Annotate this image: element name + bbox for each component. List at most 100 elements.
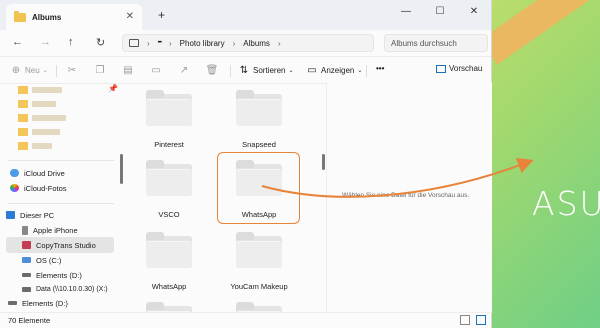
chevron-right-icon: › [232,38,236,48]
folder-item[interactable] [214,302,286,312]
quick-access-folder-icon [18,142,28,150]
chevron-right-icon: › [277,38,281,48]
folder-name: VSCO [158,210,180,219]
up-button[interactable]: ↑ [68,36,74,48]
folder-item[interactable]: WhatsApp [124,232,196,296]
pane-splitter[interactable] [322,154,325,170]
cloud-icon [10,169,19,177]
drive-icon [22,273,31,277]
details-view-button[interactable] [460,315,470,325]
sidebar-item-apple-iphone[interactable]: Apple iPhone [18,222,114,238]
folder-name: Snapseed [242,140,276,149]
sidebar-item-label: Data (\\10.10.0.30) (X:) [36,285,108,293]
breadcrumb[interactable]: › ••• › Photo library › Albums › [122,34,374,52]
divider [366,65,367,77]
item-count: 70 Elemente [8,316,51,325]
minimize-button[interactable]: — [389,0,423,22]
sidebar-item-this-pc[interactable]: Dieser PC [2,207,110,223]
drive-icon [8,301,17,305]
address-bar: ← → ↑ ↻ › ••• › Photo library › Albums ›… [0,30,491,56]
photos-icon [10,184,19,192]
preview-message: Wählen Sie eine Datei für die Vorschau a… [342,192,470,199]
chevron-right-icon: › [168,38,172,48]
sidebar-item-icloud-drive[interactable]: iCloud Drive [6,165,114,181]
cut-icon[interactable]: ✂ [66,64,81,76]
view-icon: ▭ [307,64,317,76]
folder-item[interactable] [124,302,196,312]
sidebar-item-label: CopyTrans Studio [36,240,96,250]
back-button[interactable]: ← [12,36,23,48]
rename-icon[interactable]: ▭ [150,64,165,76]
blurred-item [32,129,60,135]
pin-icon: 📌 [108,84,118,93]
sidebar-item-os-c[interactable]: OS (C:) [18,252,114,268]
sidebar-item-copytrans-studio[interactable]: CopyTrans Studio [6,237,114,253]
folder-item[interactable]: Snapseed [214,90,286,154]
folder-item[interactable]: YouCam Makeup [214,232,288,296]
pc-icon [129,39,139,47]
blurred-item [32,87,62,93]
paste-icon[interactable]: ▤ [122,64,137,76]
new-button[interactable]: ⊕ Neu ⌄ [10,64,48,76]
folder-item[interactable]: Pinterest [124,90,196,154]
folder-icon [236,302,282,312]
sidebar-item-label: Apple iPhone [33,225,78,235]
sort-button[interactable]: ⇅ Sortieren ⌄ [238,64,294,76]
window-controls: — ☐ ✕ [389,0,491,22]
share-icon[interactable]: ↗ [178,64,193,76]
pc-icon [6,211,15,219]
title-bar: Albums ✕ + — ☐ ✕ [0,0,491,30]
quick-access-folder-icon [18,114,28,122]
folder-icon [236,90,282,126]
delete-icon[interactable]: 🗑 [206,64,221,76]
close-tab-icon[interactable]: ✕ [126,11,134,22]
folder-icon [146,232,192,268]
folder-name: YouCam Makeup [230,282,288,291]
file-explorer-window: Albums ✕ + — ☐ ✕ ← → ↑ ↻ › ••• › Photo l… [0,0,492,328]
refresh-button[interactable]: ↻ [96,36,105,49]
close-button[interactable]: ✕ [457,0,491,22]
blurred-item [32,143,52,149]
sidebar-scrollbar[interactable] [120,154,123,184]
sidebar-item-elements-d-root[interactable]: Elements (D:) [4,295,112,311]
command-bar: ⊕ Neu ⌄ ✂ ❐ ▤ ▭ ↗ 🗑 ⇅ Sortieren ⌄ ▭ Anze… [0,56,491,84]
sidebar-item-label: Elements (D:) [36,270,82,280]
sort-icon: ⇅ [239,64,249,76]
sort-label: Sortieren [253,65,286,75]
more-options-button[interactable]: ••• [376,64,384,73]
drive-icon [22,257,31,263]
view-button[interactable]: ▭ Anzeigen ⌄ [306,64,362,76]
new-tab-button[interactable]: + [158,8,165,22]
blurred-item [32,101,56,107]
plus-circle-icon: ⊕ [11,64,21,76]
maximize-button[interactable]: ☐ [423,0,457,22]
highlight-box [217,152,300,224]
preview-pane-icon [436,64,446,73]
crumb-photo-library[interactable]: Photo library [180,39,225,48]
phone-icon [22,225,28,235]
divider [8,160,114,161]
status-bar: 70 Elemente [0,312,492,328]
preview-toggle-button[interactable]: Vorschau [436,64,482,73]
view-label: Anzeigen [321,65,355,75]
folder-icon [146,160,192,196]
forward-button[interactable]: → [40,36,51,48]
quick-access-folder-icon [18,86,28,94]
quick-access-folder-icon [18,128,28,136]
chevron-right-icon: › [147,38,150,48]
folder-icon [14,10,26,22]
folder-icon [236,232,282,268]
folder-item[interactable]: VSCO [124,160,196,224]
sidebar-item-label: iCloud-Fotos [24,183,67,193]
sidebar-item-icloud-photos[interactable]: iCloud-Fotos [6,180,114,196]
crumb-more[interactable]: ••• [158,40,162,46]
divider [230,65,231,77]
crumb-albums[interactable]: Albums [243,39,270,48]
asus-logo: ASUS [532,184,600,223]
copy-icon[interactable]: ❐ [94,64,109,76]
tiles-view-button[interactable] [476,315,486,325]
sidebar-item-label: OS (C:) [36,255,62,265]
sidebar-item-label: Dieser PC [20,210,55,220]
search-input[interactable]: Albums durchsuch [384,34,488,52]
tab-albums[interactable]: Albums ✕ [6,4,142,30]
